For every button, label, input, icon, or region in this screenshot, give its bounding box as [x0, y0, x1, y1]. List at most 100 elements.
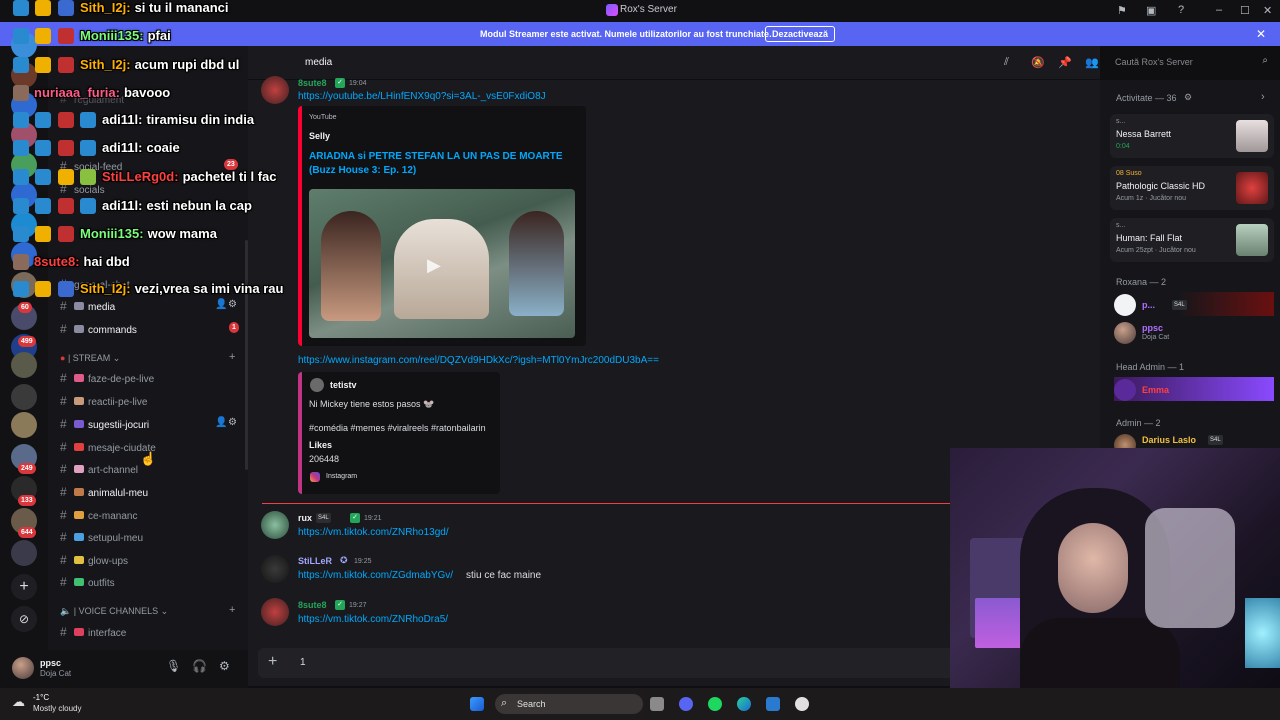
- embed-author[interactable]: Selly: [309, 131, 330, 141]
- overlay-user: nuriaaa_furia:: [34, 85, 120, 100]
- channel-faze-de-pe-live[interactable]: # faze-de-pe-live: [60, 371, 154, 385]
- weather-icon[interactable]: ☁: [12, 694, 25, 710]
- overlay-user: 8sute8:: [34, 254, 80, 269]
- activity-card[interactable]: s... Human: Fall Flat Acum 25zpt · Jucăt…: [1110, 218, 1274, 262]
- channel-interface[interactable]: # interface: [60, 625, 126, 639]
- channel-outfits[interactable]: # outfits: [60, 575, 115, 589]
- disable-streamer-button[interactable]: Dezactivează: [765, 26, 836, 42]
- add-attachment-icon[interactable]: +: [268, 653, 277, 671]
- threads-icon[interactable]: ⫽: [1004, 56, 1009, 69]
- overlay-message: hai dbd: [83, 254, 130, 269]
- maximize-icon[interactable]: ☐: [1240, 4, 1250, 17]
- embed-title[interactable]: ARIADNA si PETRE STEFAN LA UN PAS DE MOA…: [309, 151, 563, 162]
- discover-icon[interactable]: ⊘: [11, 606, 37, 632]
- message-author[interactable]: 8sute8: [298, 78, 327, 88]
- activity-card[interactable]: 08 Suso Pathologic Classic HD Acum 1z · …: [1110, 166, 1274, 210]
- overlay-chat-line: Moniii135: wow mama: [80, 226, 217, 241]
- overlay-user: StiLLeRg0d:: [102, 169, 179, 184]
- minimize-icon[interactable]: –: [1216, 4, 1222, 16]
- close-banner-icon[interactable]: ✕: [1256, 27, 1266, 41]
- gear-icon[interactable]: ⚙: [228, 417, 237, 428]
- message-author[interactable]: rux: [298, 513, 312, 523]
- embed-footer: Instagram: [326, 473, 358, 480]
- message-input[interactable]: + 1: [258, 648, 958, 678]
- obs-icon[interactable]: [795, 697, 809, 711]
- store-icon[interactable]: [766, 697, 780, 711]
- embed-author[interactable]: tetistv: [330, 380, 357, 390]
- inbox-icon[interactable]: ⚑: [1117, 4, 1127, 17]
- channel-label: ce-mananc: [88, 511, 138, 522]
- channel-sugestii-jocuri[interactable]: # sugestii-jocuri: [60, 417, 149, 431]
- message-author[interactable]: 8sute8: [298, 600, 327, 610]
- message-link[interactable]: https://vm.tiktok.com/ZNRho13gd/: [298, 527, 449, 538]
- member-item[interactable]: ppsc Doja Cat: [1114, 320, 1274, 344]
- server-icon[interactable]: [11, 540, 37, 566]
- discord-icon[interactable]: [679, 697, 693, 711]
- channel-glow-ups[interactable]: # glow-ups: [60, 553, 128, 567]
- invite-icon[interactable]: 👤: [215, 417, 227, 428]
- add-channel-icon[interactable]: +: [229, 604, 235, 616]
- server-icon[interactable]: [11, 352, 37, 378]
- gear-icon[interactable]: ⚙: [219, 659, 230, 673]
- badge-icon: [13, 57, 29, 73]
- server-icon[interactable]: [11, 412, 37, 438]
- temperature: -1°C: [33, 693, 50, 702]
- channel-reactii-pe-live[interactable]: # reactii-pe-live: [60, 394, 147, 408]
- avatar[interactable]: [261, 76, 289, 104]
- gear-icon[interactable]: ⚙: [228, 299, 237, 310]
- message-link[interactable]: https://youtube.be/LHinfENX9q0?si=3AL-_v…: [298, 91, 546, 102]
- headphones-icon[interactable]: 🎧: [192, 659, 207, 673]
- overlay-message: wow mama: [147, 226, 217, 241]
- message-link[interactable]: https://vm.tiktok.com/ZNRhoDra5/: [298, 614, 448, 625]
- play-icon[interactable]: ▶: [427, 255, 441, 276]
- avatar[interactable]: [261, 555, 289, 583]
- badge-icon: [80, 169, 96, 185]
- channel-animalul-meu[interactable]: # animalul-meu: [60, 485, 148, 499]
- activity-card[interactable]: s... Nessa Barrett 0:04: [1110, 114, 1274, 158]
- close-window-icon[interactable]: ✕: [1263, 4, 1272, 17]
- category-stream[interactable]: ● | STREAM ⌄: [60, 353, 120, 364]
- badge-icon: [13, 85, 29, 101]
- message-link[interactable]: https://vm.tiktok.com/ZGdmabYGv/: [298, 570, 453, 581]
- member-item[interactable]: p... S4L: [1114, 292, 1274, 316]
- member-item[interactable]: Emma: [1114, 377, 1274, 401]
- activity-header: Activitate — 36: [1116, 93, 1177, 103]
- channel-art-channel[interactable]: # art-channel: [60, 462, 138, 476]
- server-icon[interactable]: [11, 384, 37, 410]
- search-input[interactable]: Caută Rox's Server ⌕: [1108, 52, 1274, 72]
- add-server-icon[interactable]: +: [11, 574, 37, 600]
- invite-icon[interactable]: 👤: [215, 299, 227, 310]
- chevron-right-icon[interactable]: ›: [1261, 91, 1265, 103]
- badge-icon: [58, 57, 74, 73]
- edge-icon[interactable]: [737, 697, 751, 711]
- start-icon[interactable]: [470, 697, 484, 711]
- help-icon[interactable]: ?: [1178, 4, 1184, 16]
- avatar[interactable]: [261, 598, 289, 626]
- taskbar-search[interactable]: ⌕ Search: [495, 694, 643, 714]
- channel-commands[interactable]: # commands: [60, 322, 137, 336]
- channel-media[interactable]: # media: [60, 299, 115, 313]
- add-channel-icon[interactable]: +: [229, 351, 235, 363]
- spotify-icon[interactable]: [708, 697, 722, 711]
- gear-icon[interactable]: ⚙: [1184, 92, 1192, 103]
- pin-icon[interactable]: 📌: [1058, 56, 1072, 69]
- mute-icon[interactable]: 🔕: [1031, 56, 1045, 69]
- screen-icon[interactable]: ▣: [1146, 4, 1156, 17]
- video-thumbnail[interactable]: ▶: [309, 189, 575, 338]
- embed-subtitle[interactable]: (Buzz House 3: Ep. 12): [309, 165, 416, 176]
- members-icon[interactable]: 👥: [1085, 56, 1099, 69]
- category-voice[interactable]: 🔈 | VOICE CHANNELS ⌄: [60, 606, 168, 617]
- message-link[interactable]: https://www.instagram.com/reel/DQZVd9HDk…: [298, 355, 659, 366]
- channel-ce-mananc[interactable]: # ce-mananc: [60, 508, 137, 522]
- overlay-chat-line: adi11l: esti nebun la cap: [102, 198, 252, 213]
- avatar[interactable]: [12, 657, 34, 679]
- task-view-icon[interactable]: [650, 697, 664, 711]
- channel-setupul-meu[interactable]: # setupul-meu: [60, 530, 143, 544]
- microphone-icon[interactable]: 🎙: [166, 659, 181, 673]
- channel-label: faze-de-pe-live: [88, 374, 155, 385]
- channel-label: interface: [88, 628, 127, 639]
- overlay-chat-line: Sith_I2j: vezi,vrea sa imi vina rau: [80, 281, 283, 296]
- message-author[interactable]: StiLLeR: [298, 556, 332, 566]
- avatar: [1114, 322, 1136, 344]
- avatar[interactable]: [261, 511, 289, 539]
